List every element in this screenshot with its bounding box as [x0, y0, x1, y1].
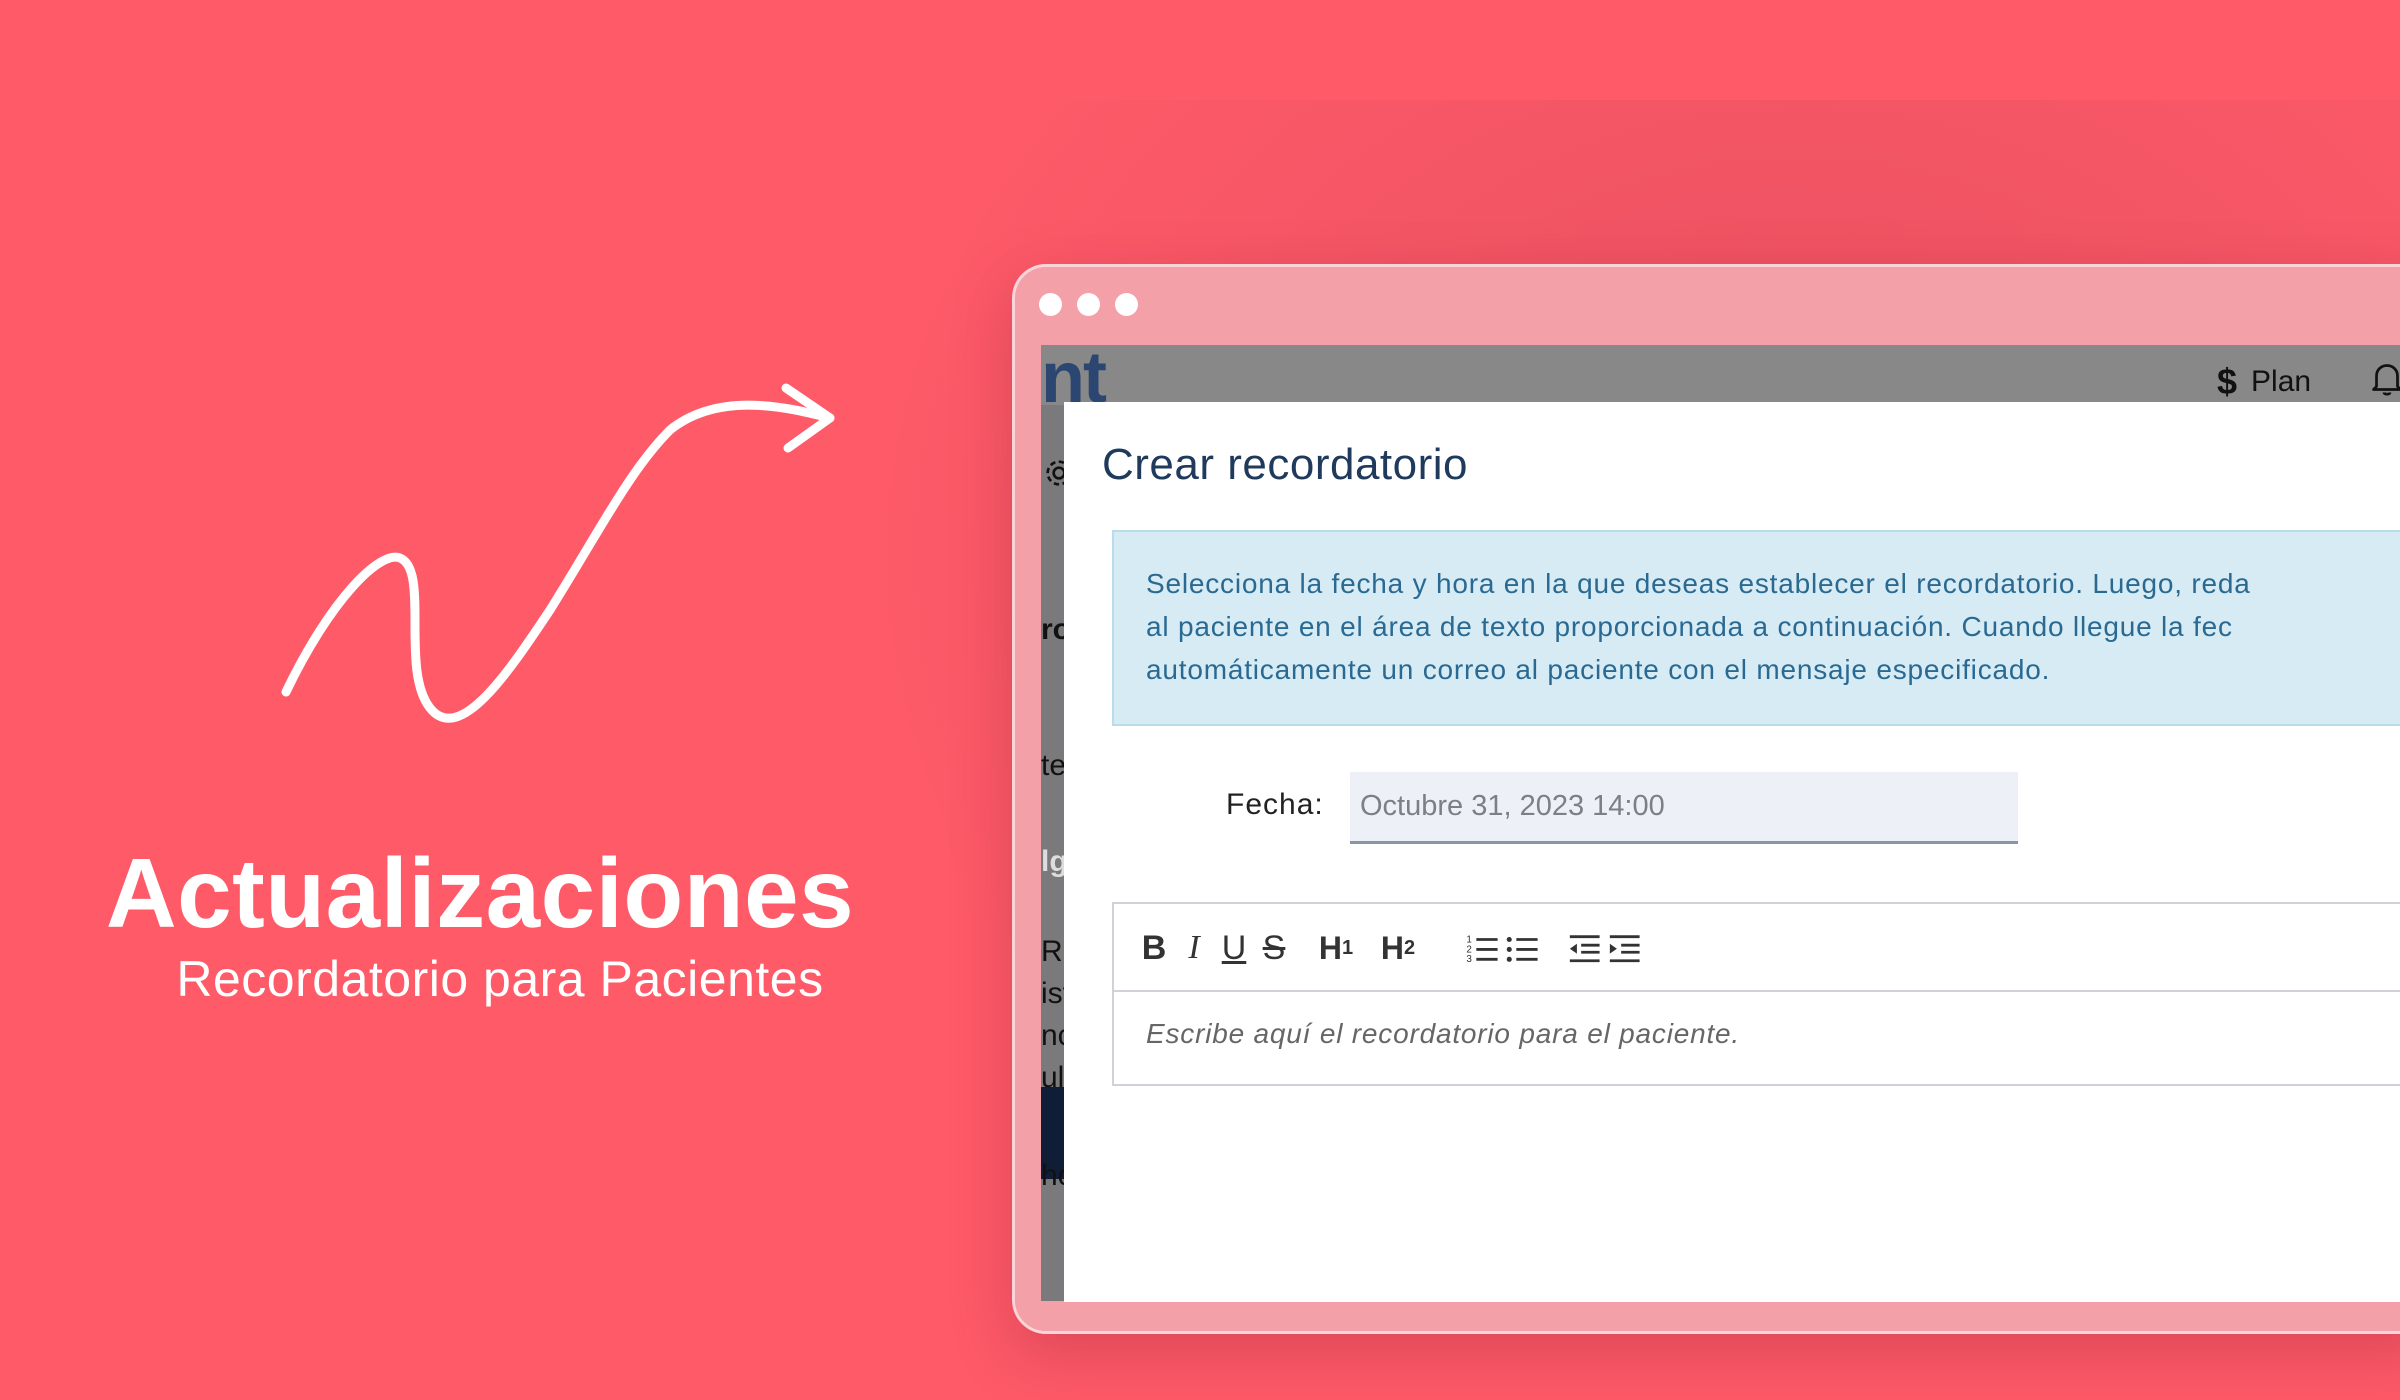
fecha-datetime-input[interactable] — [1350, 772, 2018, 844]
app-topbar: nt $ Plan — [1041, 345, 2400, 418]
dollar-icon: $ — [2217, 361, 2238, 402]
curly-arrow-icon — [281, 383, 835, 723]
heading-1-button[interactable]: H1 — [1306, 926, 1366, 970]
heading-2-label: H — [1380, 929, 1404, 966]
modal-title: Crear recordatorio — [1102, 440, 1469, 489]
bell-icon[interactable] — [2369, 359, 2400, 399]
ordered-list-icon: 1 2 3 — [1466, 934, 1498, 965]
window-dot-minimize[interactable] — [1077, 293, 1100, 316]
indent-button[interactable] — [1602, 926, 1646, 970]
svg-text:3: 3 — [1466, 954, 1472, 965]
window-dot-maximize[interactable] — [1115, 293, 1138, 316]
bold-button[interactable]: B — [1132, 926, 1176, 970]
outdent-button[interactable] — [1562, 926, 1606, 970]
ordered-list-button[interactable]: 1 2 3 — [1460, 926, 1504, 970]
rich-text-editor: B I U S H1 H2 1 2 3 Escribe aquí el reco… — [1112, 902, 2400, 1086]
indent-icon — [1609, 935, 1640, 963]
window-dot-close[interactable] — [1039, 293, 1062, 316]
hero-title: Actualizaciones — [105, 838, 855, 948]
heading-2-button[interactable]: H2 — [1368, 926, 1428, 970]
info-alert: Selecciona la fecha y hora en la que des… — [1112, 530, 2400, 726]
fecha-label: Fecha: — [1226, 788, 1324, 821]
outdent-icon — [1569, 935, 1600, 963]
editor-text-area[interactable]: Escribe aquí el recordatorio para el pac… — [1146, 1018, 1740, 1050]
strikethrough-button[interactable]: S — [1252, 926, 1296, 970]
italic-button[interactable]: I — [1172, 926, 1216, 970]
background-text-fragment: ul — [1041, 1061, 1065, 1094]
alert-line: automáticamente un correo al paciente co… — [1146, 654, 2051, 685]
editor-toolbar: B I U S H1 H2 1 2 3 — [1114, 904, 2400, 992]
underline-button[interactable]: U — [1212, 926, 1256, 970]
bullet-list-button[interactable] — [1500, 926, 1544, 970]
plan-button[interactable]: $ Plan — [2217, 361, 2311, 403]
alert-line: al paciente en el área de texto proporci… — [1146, 611, 2233, 642]
heading-1-label: H — [1318, 929, 1342, 966]
background-text-fragment: te — [1041, 749, 1067, 782]
bullet-list-icon — [1506, 936, 1538, 962]
alert-line: Selecciona la fecha y hora en la que des… — [1146, 568, 2251, 599]
create-reminder-modal: Crear recordatorio Selecciona la fecha y… — [1064, 402, 2400, 1302]
hero-subtitle: Recordatorio para Pacientes — [176, 951, 824, 1007]
heading-2-sub: 2 — [1403, 936, 1416, 959]
heading-1-sub: 1 — [1341, 936, 1354, 959]
window-controls — [1039, 293, 1138, 316]
window-bottom-border — [1015, 1301, 2400, 1331]
plan-label: Plan — [2251, 365, 2312, 398]
